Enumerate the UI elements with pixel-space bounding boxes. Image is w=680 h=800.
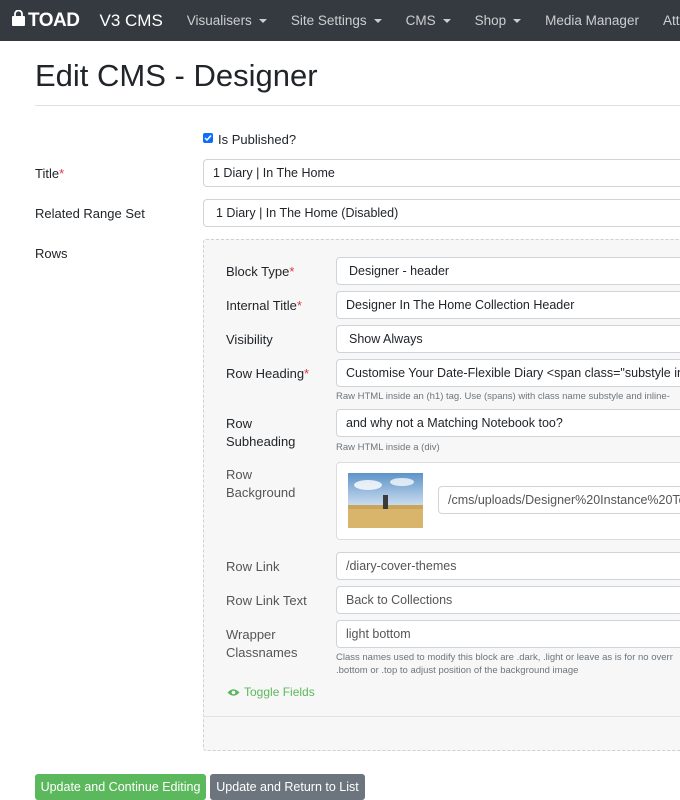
- visibility-select[interactable]: Show Always: [336, 325, 680, 353]
- required-asterisk: *: [296, 298, 302, 313]
- wrapper-classnames-label-line1: Wrapper: [226, 627, 276, 642]
- nav-media-manager[interactable]: Media Manager: [545, 13, 639, 28]
- nav-visualisers-label: Visualisers: [186, 13, 252, 28]
- nav-visualisers[interactable]: Visualisers: [187, 13, 267, 28]
- nav-shop-label: Shop: [474, 13, 507, 28]
- row-link-text-input[interactable]: Back to Collections: [336, 586, 680, 614]
- row-subheading-input[interactable]: and why not a Matching Notebook too?: [336, 409, 680, 437]
- row-link-input[interactable]: /diary-cover-themes: [336, 552, 680, 580]
- row-subheading-label-line1: Row: [226, 416, 253, 431]
- page-title: Edit CMS - Designer: [35, 58, 318, 93]
- row-heading-help: Raw HTML inside an (h1) tag. Use (spans)…: [336, 391, 670, 402]
- block-type-label: Block Type*: [226, 264, 294, 279]
- logo[interactable]: TOAD: [11, 9, 80, 32]
- nav-attributes-label: Attributes: [662, 13, 680, 28]
- wrapper-classnames-help-line1: Class names used to modify this block ar…: [336, 652, 673, 663]
- nav-attributes[interactable]: Attributes: [663, 13, 680, 28]
- nav-media-manager-label: Media Manager: [545, 13, 639, 28]
- row-background-label-line2: Background: [226, 485, 296, 500]
- required-asterisk: *: [59, 166, 65, 181]
- is-published-checkbox[interactable]: [203, 133, 213, 143]
- check-icon: [204, 135, 212, 142]
- update-return-button[interactable]: Update and Return to List: [210, 774, 365, 800]
- eye-icon: [227, 688, 240, 697]
- row-background-path-input[interactable]: /cms/uploads/Designer%20Instance%20Top: [438, 486, 680, 514]
- internal-title-label: Internal Title*: [226, 298, 302, 313]
- row-subheading-help: Raw HTML inside a (div): [336, 442, 440, 453]
- row-link-text-label: Row Link Text: [226, 593, 307, 608]
- caret-down-icon: [373, 18, 382, 23]
- caret-down-icon: [442, 18, 451, 23]
- nav-shop[interactable]: Shop: [475, 13, 522, 28]
- visibility-label: Visibility: [226, 332, 273, 347]
- required-asterisk: *: [289, 264, 295, 279]
- nav-cms-label: CMS: [405, 13, 436, 28]
- wrapper-classnames-help-line2: .bottom or .top to adjust position of th…: [336, 665, 579, 676]
- row-subheading-label-line2: Subheading: [226, 434, 296, 449]
- toggle-fields-link[interactable]: Toggle Fields: [227, 685, 315, 699]
- row-heading-label-text: Row Heading: [226, 366, 305, 381]
- brand-title[interactable]: V3 CMS: [99, 11, 162, 31]
- top-navbar: TOAD V3 CMS Visualisers Site Settings CM…: [0, 0, 680, 41]
- row-background-label-line1: Row: [226, 467, 253, 482]
- nav-site-settings[interactable]: Site Settings: [291, 13, 382, 28]
- nav-cms[interactable]: CMS: [406, 13, 451, 28]
- title-label-text: Title: [35, 166, 60, 181]
- logo-text: TOAD: [28, 9, 80, 31]
- related-range-set-select[interactable]: 1 Diary | In The Home (Disabled): [203, 199, 680, 227]
- update-continue-button[interactable]: Update and Continue Editing: [35, 774, 206, 800]
- row-link-label: Row Link: [226, 559, 280, 574]
- row-heading-input[interactable]: Customise Your Date-Flexible Diary <span…: [336, 359, 680, 387]
- block-type-select[interactable]: Designer - header: [336, 257, 680, 285]
- title-label: Title*: [35, 166, 64, 181]
- block-type-label-text: Block Type: [226, 264, 290, 279]
- nav-site-settings-label: Site Settings: [290, 13, 367, 28]
- is-published-label: Is Published?: [218, 132, 297, 147]
- internal-title-label-text: Internal Title: [226, 298, 297, 313]
- toggle-fields-label: Toggle Fields: [244, 685, 315, 699]
- wrapper-classnames-input[interactable]: light bottom: [336, 620, 680, 648]
- wrapper-classnames-label-line2: Classnames: [226, 645, 298, 660]
- rows-label: Rows: [35, 246, 68, 261]
- related-range-set-label: Related Range Set: [35, 206, 145, 221]
- caret-down-icon: [513, 18, 522, 23]
- row-heading-label: Row Heading*: [226, 366, 309, 381]
- rows-panel-footer-divider: [203, 716, 680, 717]
- caret-down-icon: [258, 18, 267, 23]
- required-asterisk: *: [304, 366, 310, 381]
- internal-title-input[interactable]: Designer In The Home Collection Header: [336, 291, 680, 319]
- background-thumbnail[interactable]: [348, 473, 423, 528]
- title-input[interactable]: 1 Diary | In The Home: [203, 159, 680, 187]
- title-divider: [35, 105, 680, 106]
- shopping-bag-icon: [11, 9, 26, 32]
